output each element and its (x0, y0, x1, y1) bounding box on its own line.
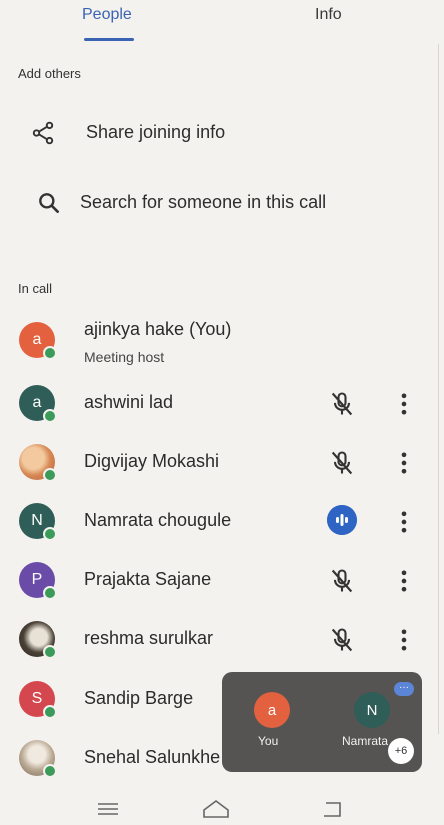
pip-tile-initial: a (267, 701, 277, 719)
online-status-dot (43, 527, 57, 541)
share-joining-info-label: Share joining info (86, 122, 226, 142)
participant-row[interactable]: reshma surulkar (0, 612, 430, 668)
mic-off-icon (331, 628, 353, 652)
online-status-dot (43, 764, 57, 778)
avatar: S (19, 681, 57, 719)
online-status-dot (43, 468, 57, 482)
avatar (19, 444, 57, 482)
participant-row[interactable]: a ashwini lad (0, 376, 430, 432)
more-vert-icon[interactable] (394, 567, 414, 595)
avatar: N (19, 503, 57, 541)
participant-row[interactable]: P Prajakta Sajane (0, 553, 430, 609)
avatar-initial: N (31, 512, 43, 529)
participant-row[interactable]: Digvijay Mokashi (0, 435, 430, 491)
tab-people[interactable]: People (82, 6, 132, 24)
pip-tile-initial: N (366, 701, 378, 719)
avatar: P (19, 562, 57, 600)
avatar: a (19, 385, 57, 423)
mic-off-icon (331, 392, 353, 416)
avatar: a (19, 322, 57, 360)
tab-info[interactable]: Info (315, 6, 342, 24)
panel-divider (438, 44, 439, 734)
participant-name: Prajakta Sajane (84, 569, 212, 589)
back-icon[interactable] (316, 798, 348, 820)
search-participants-button[interactable]: Search for someone in this call (0, 180, 430, 224)
online-status-dot (43, 409, 57, 423)
pip-tile-label: You (258, 734, 279, 748)
section-label-in-call: In call (18, 281, 52, 296)
pip-tile-avatar: N (354, 692, 390, 728)
participant-name: ashwini lad (84, 392, 174, 412)
active-tab-indicator (84, 38, 134, 41)
participant-name: ajinkya hake (You) (84, 319, 232, 339)
mic-off-icon (331, 451, 353, 475)
speaking-indicator-icon (327, 505, 357, 535)
avatar (19, 621, 57, 659)
online-status-dot (43, 705, 57, 719)
more-vert-icon[interactable] (394, 449, 414, 477)
participant-row[interactable]: a ajinkya hake (You) Meeting host (0, 312, 430, 368)
more-vert-icon[interactable] (394, 390, 414, 418)
participant-role: Meeting host (84, 349, 165, 365)
share-icon (32, 121, 54, 145)
online-status-dot (43, 586, 57, 600)
pip-more-participants-badge[interactable]: +6 (388, 738, 414, 764)
more-vert-icon[interactable] (394, 626, 414, 654)
share-joining-info-button[interactable]: Share joining info (0, 110, 430, 154)
pip-tile-avatar: a (254, 692, 290, 728)
call-pip-window[interactable]: a You N Namrata ··· +6 (222, 672, 422, 772)
search-participants-label: Search for someone in this call (80, 192, 327, 212)
home-icon[interactable] (200, 798, 232, 820)
system-navigation-bar (0, 792, 444, 825)
participant-name: Digvijay Mokashi (84, 451, 220, 471)
recents-menu-icon[interactable] (92, 798, 124, 820)
participant-name: reshma surulkar (84, 628, 214, 648)
pip-menu-button[interactable]: ··· (394, 682, 414, 696)
tab-bar: People Info (0, 0, 444, 44)
pip-tile-label: Namrata (342, 734, 389, 748)
avatar (19, 740, 57, 778)
online-status-dot (43, 346, 57, 360)
avatar-initial: a (32, 331, 42, 348)
participant-row[interactable]: N Namrata chougule (0, 494, 430, 550)
more-vert-icon[interactable] (394, 508, 414, 536)
online-status-dot (43, 645, 57, 659)
avatar-initial: a (32, 394, 42, 411)
participant-name: Sandip Barge (84, 688, 194, 708)
search-icon (39, 193, 59, 213)
avatar-initial: S (31, 690, 43, 707)
participant-name: Snehal Salunkhe (84, 747, 221, 767)
participant-name: Namrata chougule (84, 510, 232, 530)
section-label-add-others: Add others (18, 66, 81, 81)
mic-off-icon (331, 569, 353, 593)
avatar-initial: P (31, 571, 43, 588)
